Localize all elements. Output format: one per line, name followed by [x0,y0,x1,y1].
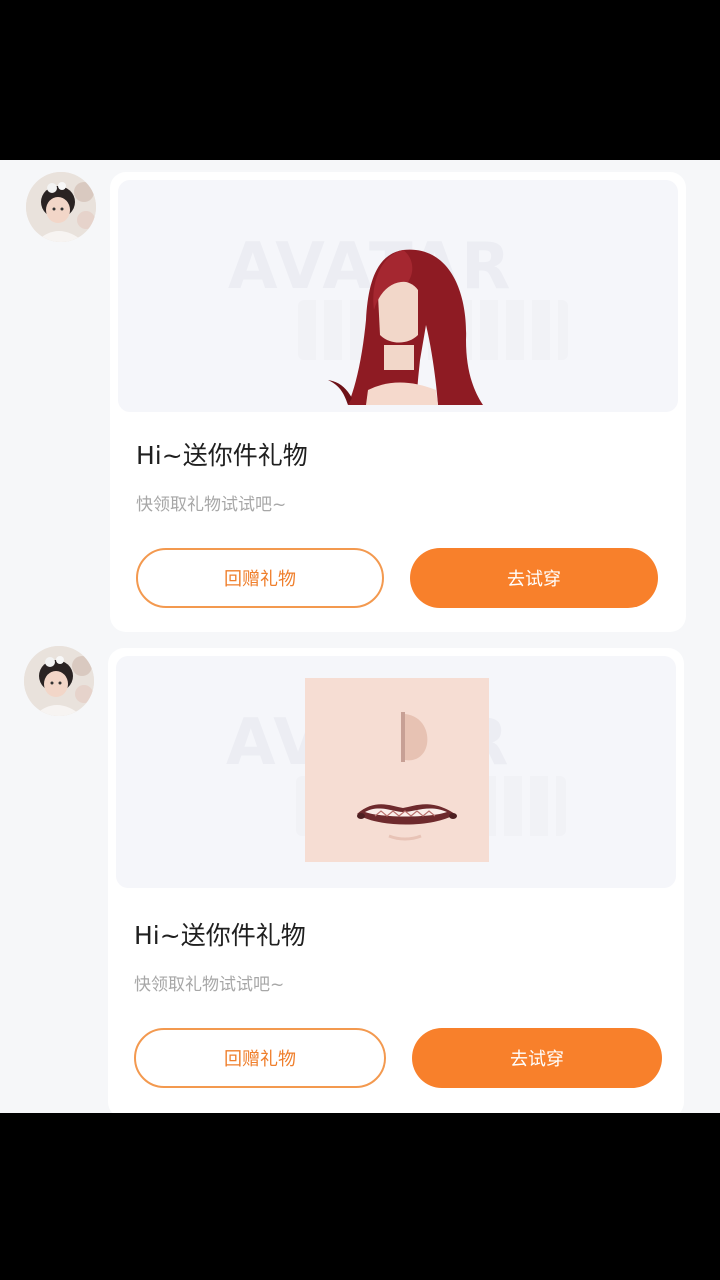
hair-item-icon [328,249,483,405]
try-on-button[interactable]: 去试穿 [410,548,658,608]
gift-preview[interactable]: AVATAR [116,656,676,888]
return-gift-button[interactable]: 回赠礼物 [136,548,384,608]
sender-avatar[interactable] [26,172,96,242]
avatar-photo-icon [26,172,96,242]
try-on-button[interactable]: 去试穿 [412,1028,662,1088]
gift-subtitle: 快领取礼物试试吧~ [134,975,285,995]
return-gift-button[interactable]: 回赠礼物 [134,1028,386,1088]
chat-screen: AVATAR Hi~送你件礼物 快领取礼物试试吧~ 回赠礼物 去试穿 Hi~送你… [0,160,720,1113]
avatar-photo-icon [24,646,94,716]
gift-preview[interactable]: AVATAR [118,180,678,412]
gift-title: Hi~送你件礼物 [134,921,306,950]
sender-avatar[interactable] [24,646,94,716]
gift-subtitle: 快领取礼物试试吧~ [136,495,287,515]
gift-card: AVATAR Hi~送你件礼物 快领取礼物试试吧~ 回赠礼物 去试穿 [110,172,686,632]
gift-card: AVATAR Hi~送你件礼物 快领取礼物试试吧~ 回赠礼物 去试穿 [108,648,684,1113]
gift-title: Hi~送你件礼物 [136,441,308,470]
face-makeup-item-icon [305,678,489,862]
